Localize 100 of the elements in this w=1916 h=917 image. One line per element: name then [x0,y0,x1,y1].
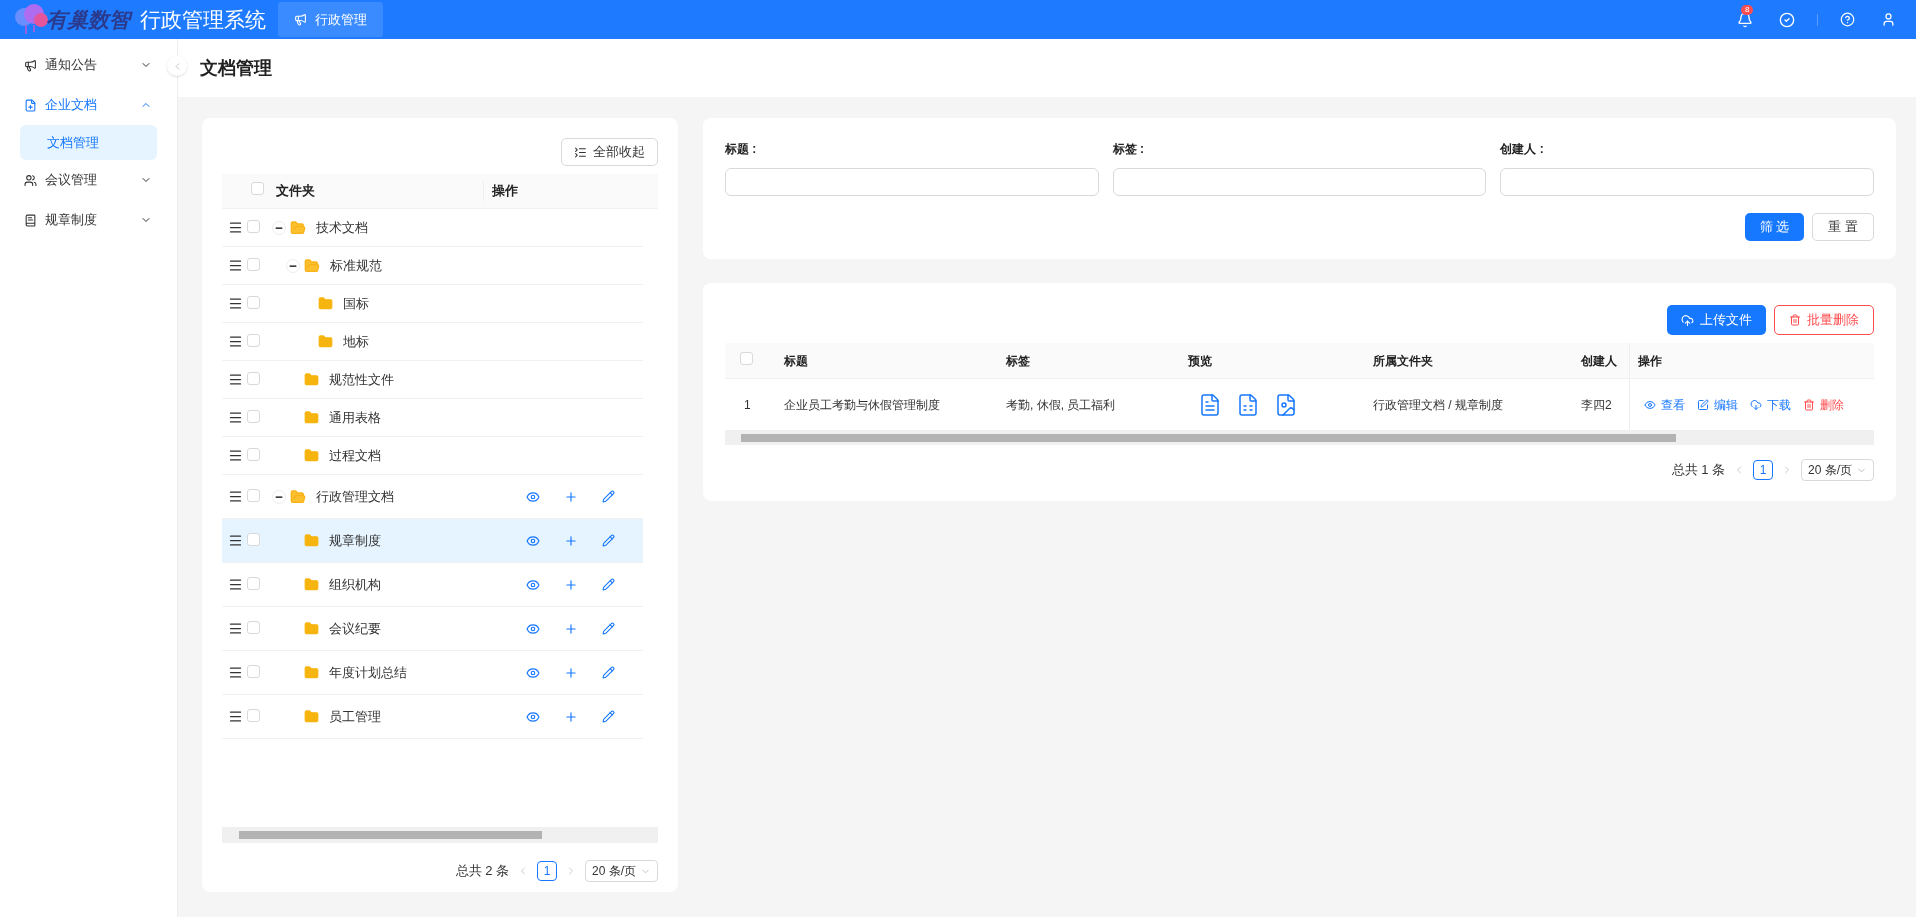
document-icon [24,98,37,112]
column-header: 预览 [1187,352,1213,370]
people-icon [24,173,37,187]
folder-name: 会议纪要 [329,619,381,638]
word-file-icon[interactable] [1198,392,1222,417]
checkbox[interactable] [247,219,260,233]
table-cell-text: 行政管理文档 / 规章制度 [1372,396,1504,414]
horizontal-scrollbar[interactable] [222,827,658,843]
notification-icon[interactable] [1737,11,1753,28]
drag-handle-icon[interactable] [228,665,243,680]
page-size-select[interactable]: 20 条/页 [1801,459,1874,481]
image-file-icon[interactable] [1274,392,1298,417]
filter-input[interactable] [725,168,1099,196]
checkbox[interactable] [247,257,260,271]
collapse-list-icon [574,145,587,159]
view-icon[interactable] [526,533,540,548]
megaphone-icon [294,13,307,26]
view-icon[interactable] [526,621,540,636]
add-icon[interactable] [564,533,578,548]
page-number[interactable]: 1 [1753,460,1773,480]
table-cell-text: 考勤, 休假, 员工福利 [1005,396,1117,414]
collapse-all-button[interactable]: 全部收起 [561,138,658,166]
edit-icon[interactable] [602,490,615,503]
delete-icon [1803,398,1815,411]
column-header: 所属文件夹 [1372,352,1434,370]
add-icon[interactable] [564,665,578,680]
upload-button[interactable]: 上传文件 [1667,305,1766,335]
download-link[interactable]: 下载 [1750,395,1791,414]
user-icon[interactable] [1881,12,1896,27]
checkbox[interactable] [247,295,260,309]
checkbox[interactable] [247,371,260,385]
view-icon [1644,398,1656,411]
drag-handle-icon[interactable] [228,372,243,387]
folder-name: 过程文档 [329,446,381,465]
checkbox[interactable] [247,620,260,634]
folder-name: 规章制度 [329,531,381,550]
view-icon[interactable] [526,709,540,724]
checkbox[interactable] [247,708,260,722]
column-header: 操作 [483,181,518,201]
filter-button[interactable]: 筛 选 [1744,213,1805,241]
edit-icon[interactable] [602,534,615,547]
drag-handle-icon[interactable] [228,577,243,592]
collapse-toggle[interactable] [272,489,286,504]
checkbox[interactable] [247,532,260,546]
view-icon[interactable] [526,489,540,504]
checkbox[interactable] [247,488,260,502]
collapse-toggle[interactable] [272,220,286,235]
notification-badge: 8 [1741,4,1754,15]
view-icon[interactable] [526,577,540,592]
drag-handle-icon[interactable] [228,489,243,504]
cloud-upload-icon [1681,313,1694,327]
excel-file-icon[interactable] [1236,392,1260,417]
checkbox[interactable] [247,333,260,347]
edit-link[interactable]: 编辑 [1697,395,1738,414]
view-link[interactable]: 查看 [1644,395,1685,414]
checkbox[interactable] [247,409,260,423]
filter-input[interactable] [1500,168,1874,196]
checkbox[interactable] [251,182,264,196]
page-size-select[interactable]: 20 条/页 [585,860,658,882]
drag-handle-icon[interactable] [228,334,243,349]
sidebar-item[interactable]: 企业文档 [0,85,164,125]
folder-name: 标准规范 [330,256,382,275]
add-icon[interactable] [564,489,578,504]
filter-input[interactable] [1112,168,1487,196]
help-icon[interactable] [1840,12,1855,27]
view-icon[interactable] [526,665,540,680]
edit-icon [1697,398,1709,411]
folder-name: 国标 [343,294,369,313]
page-number[interactable]: 1 [537,861,557,881]
drag-handle-icon[interactable] [228,220,243,235]
add-icon[interactable] [564,577,578,592]
checkbox[interactable] [247,664,260,678]
open-folder-icon [290,219,306,236]
checkbox[interactable] [740,351,753,365]
drag-handle-icon[interactable] [228,448,243,463]
horizontal-scrollbar[interactable] [725,431,1874,445]
folder-name: 员工管理 [329,707,381,726]
drag-handle-icon[interactable] [228,621,243,636]
check-circle-icon[interactable] [1779,11,1795,28]
add-icon[interactable] [564,709,578,724]
drag-handle-icon[interactable] [228,709,243,724]
drag-handle-icon[interactable] [228,258,243,273]
checkbox[interactable] [247,576,260,590]
sidebar-item[interactable]: 通知公告 [0,45,164,85]
collapse-toggle[interactable] [286,258,300,273]
add-icon[interactable] [564,621,578,636]
sidebar-subitem[interactable]: 文档管理 [20,125,157,160]
drag-handle-icon[interactable] [228,410,243,425]
folder-icon [304,709,319,724]
folder-row[interactable]: 规章制度 [222,519,643,563]
edit-icon[interactable] [602,622,615,635]
drag-handle-icon[interactable] [228,533,243,548]
edit-icon[interactable] [602,710,615,723]
checkbox[interactable] [247,447,260,461]
drag-handle-icon[interactable] [228,296,243,311]
edit-icon[interactable] [602,666,615,679]
sidebar-item[interactable]: 规章制度 [0,200,164,240]
edit-icon[interactable] [602,578,615,591]
reset-button[interactable]: 重 置 [1812,213,1874,241]
sidebar-item[interactable]: 会议管理 [0,160,164,200]
